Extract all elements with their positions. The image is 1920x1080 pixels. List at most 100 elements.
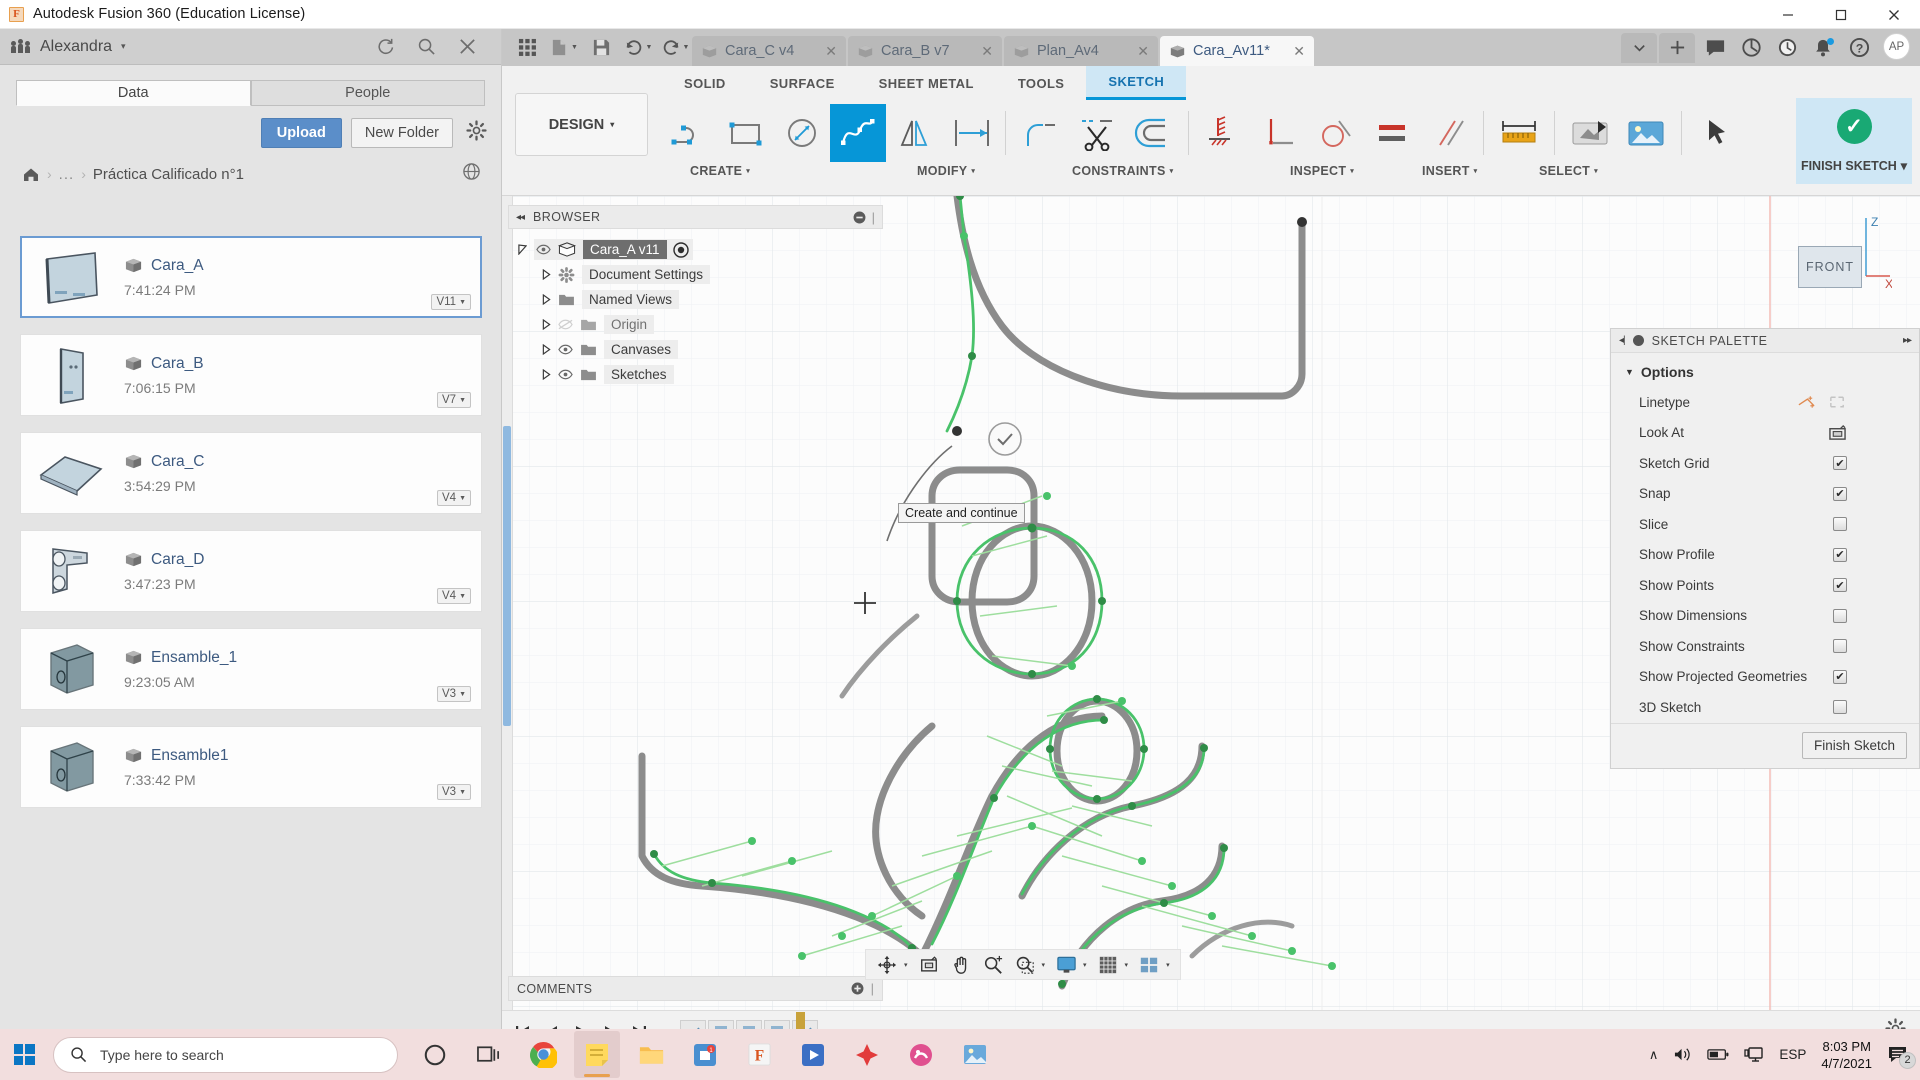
tree-node-label[interactable]: Named Views (582, 290, 679, 309)
collapsed-triangle-icon[interactable] (542, 269, 551, 280)
panel-grip-icon[interactable]: | (871, 981, 874, 996)
horizontal-vertical-constraint-icon[interactable] (1196, 104, 1252, 162)
chevron-down-icon[interactable]: ▾ (904, 961, 908, 969)
refresh-icon[interactable] (376, 37, 395, 56)
palette-row-sketch-grid[interactable]: Sketch Grid ✔ (1611, 448, 1919, 479)
viewport-canvas[interactable]: Create and continue ◂◂ BROWSER | (502, 196, 1920, 1010)
group-label-insert[interactable]: INSERT▾ (1422, 164, 1477, 178)
globe-icon[interactable] (462, 162, 481, 186)
palette-row-show-points[interactable]: Show Points ✔ (1611, 570, 1919, 601)
photos-icon[interactable] (952, 1031, 998, 1078)
collapsed-triangle-icon[interactable] (542, 319, 551, 330)
chevron-down-icon[interactable] (1621, 33, 1657, 63)
sticky-notes-icon[interactable] (574, 1031, 620, 1078)
group-label-select[interactable]: SELECT▾ (1539, 164, 1598, 178)
file-name[interactable]: Cara_A (151, 257, 204, 275)
breadcrumb-ellipsis[interactable]: ... (59, 166, 75, 183)
taskbar-search[interactable]: Type here to search (53, 1037, 398, 1073)
version-badge[interactable]: V4▼ (437, 490, 471, 506)
expanded-triangle-icon[interactable] (518, 244, 527, 255)
mirror-icon[interactable] (886, 104, 942, 162)
display-settings-icon[interactable] (1051, 951, 1081, 978)
look-at-icon[interactable] (1828, 424, 1847, 441)
palette-row-show-constraints[interactable]: Show Constraints (1611, 631, 1919, 662)
zoom-icon[interactable] (978, 951, 1008, 978)
version-badge[interactable]: V7▼ (437, 392, 471, 408)
group-label-constraints[interactable]: CONSTRAINTS▾ (1072, 164, 1173, 178)
palette-row-slice[interactable]: Slice (1611, 509, 1919, 540)
close-panel-icon[interactable] (458, 37, 477, 56)
circle-icon[interactable] (774, 104, 830, 162)
palette-row-linetype[interactable]: Linetype (1611, 387, 1919, 418)
undo-icon[interactable]: ▼ (621, 33, 655, 63)
collapsed-triangle-icon[interactable] (542, 294, 551, 305)
store-icon[interactable]: 1 (682, 1031, 728, 1078)
viewcube-front-face[interactable]: FRONT (1798, 246, 1862, 288)
collapse-icon[interactable]: ◂◂ (516, 212, 524, 223)
checkbox-show-constraints[interactable] (1833, 639, 1847, 653)
display-icon[interactable] (1744, 1046, 1764, 1064)
version-badge[interactable]: V3▼ (437, 686, 471, 702)
ribbon-tab-sketch[interactable]: SKETCH (1086, 66, 1186, 100)
viewcube[interactable]: Z X FRONT (1772, 208, 1892, 318)
tree-root-row[interactable]: Cara_A v11 (512, 237, 883, 262)
file-name[interactable]: Cara_B (151, 355, 204, 373)
maximize-button[interactable] (1814, 0, 1867, 29)
list-item[interactable]: Cara_B 7:06:15 PM V7▼ (20, 334, 482, 416)
job-status-icon[interactable] (1733, 33, 1769, 63)
list-item[interactable]: Cara_A 7:41:24 PM V11▼ (20, 236, 482, 318)
tangent-constraint-icon[interactable] (1308, 104, 1364, 162)
tree-item-origin[interactable]: Origin (512, 312, 883, 337)
explorer-icon[interactable] (628, 1031, 674, 1078)
chevron-down-icon[interactable]: ▾ (1166, 961, 1170, 969)
palette-row-3d-sketch[interactable]: 3D Sketch (1611, 692, 1919, 723)
tree-item-canvases[interactable]: Canvases (512, 337, 883, 362)
document-tab-active[interactable]: Cara_Av11* ✕ (1160, 36, 1314, 66)
file-name[interactable]: Ensamble1 (151, 747, 229, 765)
app-grid-icon[interactable] (510, 33, 544, 63)
tab-people[interactable]: People (251, 80, 486, 106)
tree-item-document-settings[interactable]: Document Settings (512, 262, 883, 287)
palette-row-show-profile[interactable]: Show Profile ✔ (1611, 540, 1919, 571)
tree-item-sketches[interactable]: Sketches (512, 362, 883, 387)
eye-icon[interactable] (558, 369, 573, 380)
insert-derive-icon[interactable] (1562, 104, 1618, 162)
parallel-constraint-icon[interactable] (1420, 104, 1476, 162)
save-icon[interactable] (584, 33, 618, 63)
checkbox-show-profile[interactable]: ✔ (1833, 548, 1847, 562)
search-input[interactable]: Type here to search (100, 1047, 224, 1063)
add-comment-icon[interactable] (851, 982, 864, 995)
list-item[interactable]: Cara_D 3:47:23 PM V4▼ (20, 530, 482, 612)
spline-icon[interactable] (830, 104, 886, 162)
close-icon[interactable]: ✕ (825, 43, 837, 60)
comment-icon[interactable] (1697, 33, 1733, 63)
checkbox-snap[interactable]: ✔ (1833, 487, 1847, 501)
fillet-icon[interactable] (1013, 104, 1069, 162)
version-badge[interactable]: V4▼ (437, 588, 471, 604)
close-icon[interactable]: ✕ (1137, 43, 1149, 60)
orbit-icon[interactable] (872, 951, 902, 978)
new-folder-button[interactable]: New Folder (351, 118, 453, 148)
app-red-icon[interactable] (844, 1031, 890, 1078)
chevron-down-icon[interactable]: ▾ (1042, 961, 1046, 969)
insert-canvas-icon[interactable] (1618, 104, 1674, 162)
expand-icon[interactable]: ▸▸ (1903, 335, 1911, 346)
notification-bell-icon[interactable] (1805, 33, 1841, 63)
collapsed-triangle-icon[interactable] (542, 344, 551, 355)
collapse-dot-icon[interactable] (1633, 335, 1644, 346)
group-label-modify[interactable]: MODIFY▾ (917, 164, 975, 178)
checkbox-show-points[interactable]: ✔ (1833, 578, 1847, 592)
battery-icon[interactable] (1707, 1048, 1729, 1061)
document-tab[interactable]: Cara_C v4 ✕ (692, 36, 846, 66)
fusion-icon[interactable]: F (736, 1031, 782, 1078)
help-icon[interactable]: ? (1841, 33, 1877, 63)
task-view-icon[interactable] (466, 1031, 512, 1078)
palette-row-look-at[interactable]: Look At (1611, 418, 1919, 449)
tree-node-label[interactable]: Canvases (604, 340, 678, 359)
palette-row-show-projected-geometries[interactable]: Show Projected Geometries ✔ (1611, 662, 1919, 693)
checkbox-show-dimensions[interactable] (1833, 609, 1847, 623)
version-badge[interactable]: V3▼ (437, 784, 471, 800)
redo-icon[interactable]: ▼ (658, 33, 692, 63)
zoom-window-icon[interactable] (1010, 951, 1040, 978)
finish-sketch-palette-button[interactable]: Finish Sketch (1802, 732, 1907, 759)
